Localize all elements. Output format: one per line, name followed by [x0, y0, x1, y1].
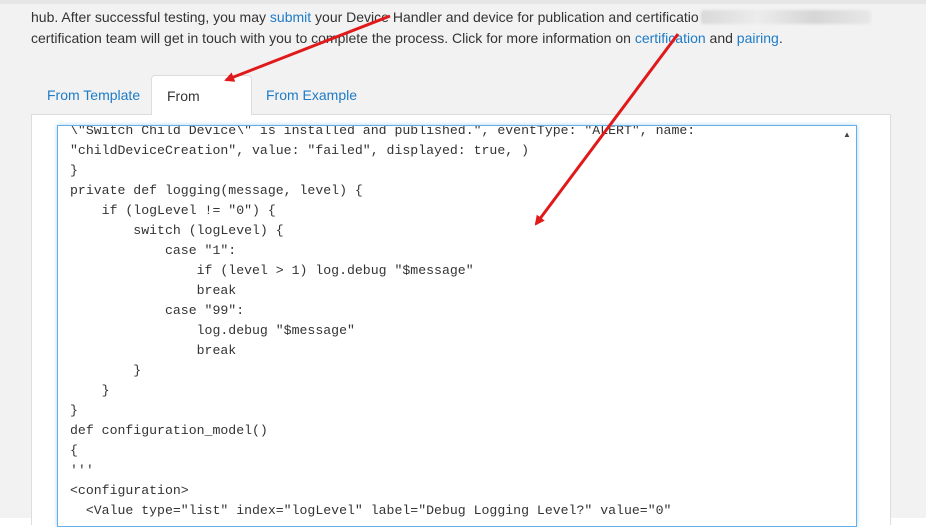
- intro-line1-start: hub. After successful testing, you may: [31, 9, 270, 25]
- code-editor[interactable]: \"Switch Child Device\" is installed and…: [57, 125, 857, 527]
- code-line: switch (logLevel) {: [70, 223, 284, 238]
- intro-line2-start: certification team will get in touch wit…: [31, 30, 635, 46]
- top-strip: [0, 0, 926, 4]
- code-line: case "99":: [70, 303, 245, 318]
- code-line: if (level > 1) log.debug "$message": [70, 263, 474, 278]
- intro-text: hub. After successful testing, you may s…: [31, 7, 921, 49]
- code-line: }: [70, 363, 142, 378]
- code-line: ''': [70, 463, 94, 478]
- tab-from-template[interactable]: From Template: [47, 75, 140, 115]
- submit-link[interactable]: submit: [270, 9, 311, 25]
- code-line: {: [70, 443, 78, 458]
- code-line: if (logLevel != "0") {: [70, 203, 276, 218]
- code-line: "childDeviceCreation", value: "failed", …: [70, 143, 529, 158]
- code-line: break: [70, 283, 237, 298]
- code-line: def configuration_model(): [70, 423, 268, 438]
- code-line: private def logging(message, level) {: [70, 183, 363, 198]
- pairing-link[interactable]: pairing: [737, 30, 779, 46]
- code-line: \"Switch Child Device\" is installed and…: [70, 125, 696, 138]
- code-line: log.debug "$message": [70, 323, 355, 338]
- redacted-text: [700, 10, 871, 24]
- tab-from-code[interactable]: From Code: [151, 75, 252, 144]
- code-line: break: [70, 343, 237, 358]
- source-tabs: From Template From Code From Example: [31, 75, 891, 144]
- code-line: <configuration>: [70, 483, 189, 498]
- code-line: }: [70, 383, 110, 398]
- intro-period: .: [778, 30, 783, 46]
- intro-line1-end: your Device Handler and device for publi…: [311, 9, 699, 25]
- code-line: <Value type="list" index="logLevel" labe…: [70, 503, 672, 518]
- tab-from-example[interactable]: From Example: [266, 75, 357, 115]
- certification-link[interactable]: certification: [635, 30, 706, 46]
- scroll-up-icon[interactable]: ▲: [840, 128, 854, 142]
- code-line: }: [70, 163, 78, 178]
- intro-and-text: and: [705, 30, 737, 46]
- code-text: \"Switch Child Device\" is installed and…: [70, 125, 696, 521]
- code-line: }: [70, 403, 78, 418]
- code-line: case "1":: [70, 243, 237, 258]
